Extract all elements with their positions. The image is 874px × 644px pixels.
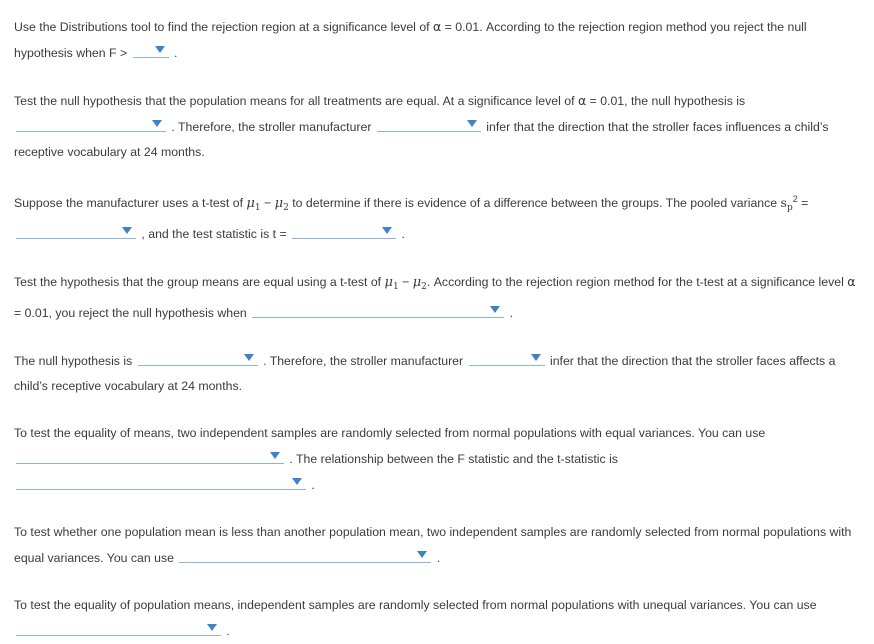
question-block: To test whether one population mean is l… — [14, 520, 860, 571]
worksheet-page: Use the Distributions tool to find the r… — [0, 0, 874, 644]
question-text: , and the test statistic is t = — [138, 227, 291, 241]
chevron-down-icon — [382, 227, 393, 234]
mu-variable: μ1 — [246, 196, 260, 213]
question-text: Use the Distributions tool to find the r… — [14, 20, 434, 34]
chevron-down-icon — [154, 46, 165, 53]
chevron-down-icon — [122, 227, 132, 234]
question-text: Test the null hypothesis that the popula… — [14, 94, 578, 108]
question-text: . — [308, 478, 315, 492]
chevron-down-icon — [243, 354, 254, 361]
alpha-symbol: α — [847, 274, 856, 289]
test-statistic-value-dropdown[interactable] — [292, 221, 397, 239]
question-text: . — [506, 306, 514, 320]
question-block: To test the equality of population means… — [14, 593, 860, 644]
question-block: Suppose the manufacturer uses a t-test o… — [14, 187, 860, 247]
question-block: Use the Distributions tool to find the r… — [14, 14, 860, 66]
question-text: = 0.01, the null hypothesis is — [586, 94, 749, 108]
question-text: To test the equality of means, two indep… — [14, 426, 769, 440]
question-text: . Therefore, the stroller manufacturer — [259, 354, 467, 368]
mu-variable: μ1 — [384, 275, 399, 292]
mu-variable: μ2 — [412, 275, 427, 292]
mu-symbol: μ — [274, 196, 284, 211]
mu-symbol: μ — [246, 196, 255, 211]
chevron-down-icon — [270, 452, 280, 459]
mu-symbol: μ — [384, 275, 393, 290]
question-text: . — [170, 46, 178, 60]
question-text: − — [260, 196, 275, 210]
chevron-down-icon — [292, 478, 302, 485]
question-text: The null hypothesis is — [14, 354, 136, 368]
question-text: . According to the rejection region meth… — [426, 275, 848, 289]
question-text: . Therefore, the stroller manufacturer — [168, 120, 375, 134]
one-sided-test-dropdown[interactable] — [179, 545, 432, 563]
null-hypothesis-decision-dropdown[interactable] — [16, 114, 166, 132]
pooled-variance-symbol: sp2 — [781, 194, 798, 213]
question-text: − — [398, 275, 413, 289]
variance-subscript: p — [786, 203, 793, 213]
question-text: Test the hypothesis that the group means… — [14, 275, 385, 289]
question-text: to determine if there is evidence of a d… — [288, 196, 781, 210]
question-text: . — [223, 624, 230, 638]
question-text: = — [797, 196, 812, 210]
can-infer-affects-dropdown[interactable] — [468, 348, 545, 366]
pooled-variance-value-dropdown[interactable] — [16, 221, 136, 239]
chevron-down-icon — [152, 120, 162, 127]
question-block: Test the null hypothesis that the popula… — [14, 88, 860, 165]
question-block: Test the hypothesis that the group means… — [14, 269, 860, 326]
question-text: . — [433, 551, 441, 565]
chevron-down-icon — [417, 551, 428, 558]
question-list: Use the Distributions tool to find the r… — [14, 14, 860, 644]
question-block: To test the equality of means, two indep… — [14, 421, 860, 498]
chevron-down-icon — [530, 354, 541, 361]
question-text: Suppose the manufacturer uses a t-test o… — [14, 196, 247, 210]
chevron-down-icon — [207, 624, 217, 631]
question-text: To test the equality of population means… — [14, 598, 820, 612]
null-hypothesis-status-dropdown[interactable] — [137, 348, 258, 366]
chevron-down-icon — [466, 120, 477, 127]
mu-variable: μ2 — [274, 196, 289, 213]
t-rejection-region-dropdown[interactable] — [252, 300, 505, 318]
chevron-down-icon — [490, 306, 501, 313]
alpha-symbol: α — [577, 93, 587, 108]
question-text: . The relationship between the F statist… — [286, 452, 622, 466]
f-critical-value-dropdown[interactable] — [132, 40, 169, 58]
unequal-variances-test-dropdown[interactable] — [16, 618, 221, 636]
question-block: The null hypothesis is . Therefore, the … — [14, 348, 860, 399]
f-t-relationship-dropdown[interactable] — [16, 472, 306, 490]
mu-symbol: μ — [412, 275, 422, 290]
question-text: . — [398, 227, 405, 241]
can-infer-dropdown[interactable] — [376, 114, 481, 132]
equality-of-means-test-dropdown[interactable] — [16, 446, 284, 464]
